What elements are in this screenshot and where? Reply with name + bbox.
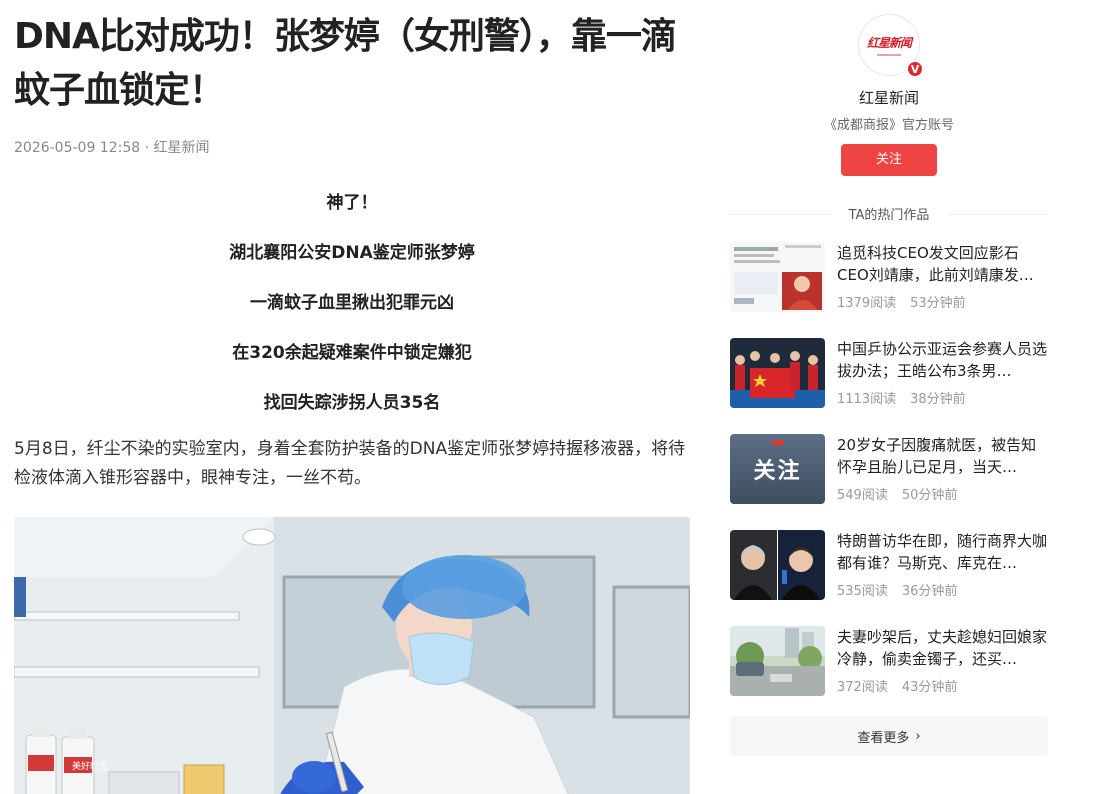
work-title[interactable]: 夫妻吵架后，丈夫趁媳妇回娘家冷静，偷卖金镯子，还买…: [837, 626, 1048, 670]
list-item[interactable]: 特朗普访华在即，随行商界大咖都有谁？马斯克、库克在… 535阅读 36分钟前: [730, 530, 1048, 600]
chevron-right-icon: ›: [915, 728, 921, 744]
screenshot-thumb-icon: [730, 242, 825, 312]
highlight-line: 湖北襄阳公安DNA鉴定师张梦婷: [229, 243, 475, 263]
read-count: 372阅读: [837, 680, 888, 695]
hot-works-heading: TA的热门作品: [730, 204, 1048, 224]
publish-time: 36分钟前: [901, 584, 958, 599]
author-description: 《成都商报》官方账号: [823, 118, 954, 133]
work-meta: 1379阅读 53分钟前: [837, 292, 1048, 311]
hot-works-list: 追觅科技CEO发文回应影石CEO刘靖康，此前刘靖康发… 1379阅读 53分钟前: [730, 242, 1048, 696]
work-title[interactable]: 追觅科技CEO发文回应影石CEO刘靖康，此前刘靖康发…: [837, 242, 1048, 286]
list-item[interactable]: 追觅科技CEO发文回应影石CEO刘靖康，此前刘靖康发… 1379阅读 53分钟前: [730, 242, 1048, 312]
publish-time: 43分钟前: [901, 680, 958, 695]
lab-photo-illustration: 美好时光: [14, 517, 690, 794]
logo-text: 红星新闻: [866, 36, 912, 50]
work-thumbnail[interactable]: [730, 338, 825, 408]
work-meta: 549阅读 50分钟前: [837, 484, 1048, 503]
work-thumbnail[interactable]: [730, 242, 825, 312]
read-count: 549阅读: [837, 488, 888, 503]
list-item[interactable]: 关注 20岁女子因腹痛就医，被告知怀孕且胎儿已足月，当天… 549阅读 50分钟前: [730, 434, 1048, 504]
highlight-line: 一滴蚊子血里揪出犯罪元凶: [250, 293, 454, 313]
read-count: 1379阅读: [837, 296, 897, 311]
table-tennis-team-thumb-icon: [730, 338, 825, 408]
author-card: 红星新闻 V 红星新闻 《成都商报》官方账号 关注: [730, 0, 1048, 176]
read-count: 1113阅读: [837, 392, 897, 407]
view-more-button[interactable]: 查看更多 ›: [730, 716, 1048, 756]
article-paragraph: 5月8日，纤尘不染的实验室内，身着全套防护装备的DNA鉴定师张梦婷持握移液器，将…: [14, 439, 686, 488]
read-count: 535阅读: [837, 584, 888, 599]
sidebar: 红星新闻 V 红星新闻 《成都商报》官方账号 关注 TA的热门作品 追觅科技CE…: [730, 0, 1048, 756]
publish-time: 50分钟前: [901, 488, 958, 503]
work-thumbnail[interactable]: [730, 530, 825, 600]
article-title: DNA比对成功！张梦婷（女刑警），靠一滴蚊子血锁定！: [14, 16, 677, 111]
verified-badge-icon: V: [906, 60, 924, 78]
hot-works-heading-text: TA的热门作品: [842, 208, 936, 223]
red-tag-icon: [772, 440, 784, 445]
bottle-label: 美好时光: [72, 760, 108, 772]
list-item[interactable]: 夫妻吵架后，丈夫趁媳妇回娘家冷静，偷卖金镯子，还买… 372阅读 43分钟前: [730, 626, 1048, 696]
article: DNA比对成功！张梦婷（女刑警），靠一滴蚊子血锁定！ 2026-05-09 12…: [14, 0, 690, 794]
work-title[interactable]: 20岁女子因腹痛就医，被告知怀孕且胎儿已足月，当天…: [837, 434, 1048, 478]
view-more-label: 查看更多: [857, 730, 910, 746]
work-thumbnail[interactable]: [730, 626, 825, 696]
highlight-line: 在320余起疑难案件中锁定嫌犯: [232, 343, 472, 363]
work-meta: 372阅读 43分钟前: [837, 676, 1048, 695]
article-photo[interactable]: 美好时光: [14, 517, 690, 794]
highlight-line: 神了！: [326, 193, 378, 213]
thumb-caption: 关注: [753, 459, 802, 484]
work-title[interactable]: 中国乒协公示亚运会参赛人员选拔办法；王皓公布3条男…: [837, 338, 1048, 382]
work-meta: 1113阅读 38分钟前: [837, 388, 1048, 407]
article-highlights: 神了！ 湖北襄阳公安DNA鉴定师张梦婷 一滴蚊子血里揪出犯罪元凶 在320余起疑…: [14, 191, 690, 416]
two-portraits-thumb-icon: [730, 530, 825, 600]
article-meta: 2026-05-09 12:58 · 红星新闻: [14, 140, 210, 156]
author-avatar[interactable]: 红星新闻 V: [858, 14, 924, 78]
publish-time: 53分钟前: [910, 296, 966, 311]
work-thumbnail[interactable]: 关注: [730, 434, 825, 504]
author-name[interactable]: 红星新闻: [730, 87, 1048, 108]
publish-time: 38分钟前: [910, 392, 966, 407]
work-meta: 535阅读 36分钟前: [837, 580, 1048, 599]
highlight-line: 找回失踪涉拐人员35名: [263, 393, 441, 413]
work-title[interactable]: 特朗普访华在即，随行商界大咖都有谁？马斯克、库克在…: [837, 530, 1048, 574]
list-item[interactable]: 中国乒协公示亚运会参赛人员选拔办法；王皓公布3条男… 1113阅读 38分钟前: [730, 338, 1048, 408]
street-scene-thumb-icon: [730, 626, 825, 696]
logo-underline: [877, 54, 901, 56]
follow-button[interactable]: 关注: [841, 144, 937, 176]
